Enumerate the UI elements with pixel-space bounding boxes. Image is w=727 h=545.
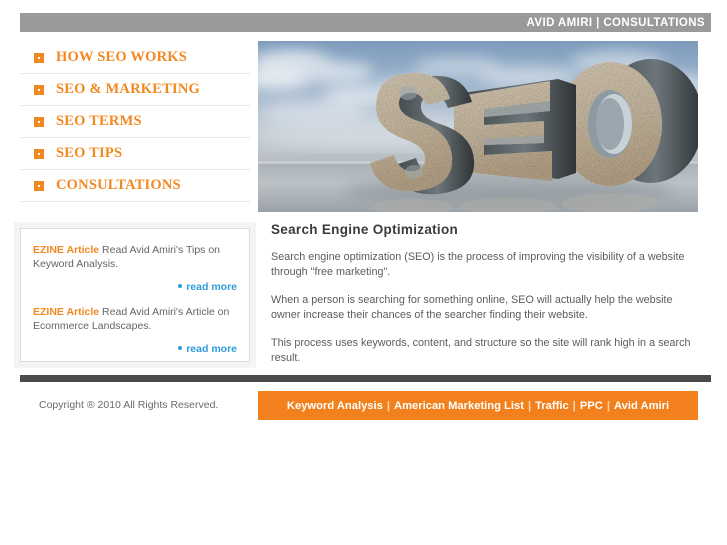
- ezine-list: EZINE Article Read Avid Amiri's Tips on …: [21, 229, 249, 375]
- sidebar-item-consultations[interactable]: CONSULTATIONS: [20, 170, 250, 202]
- sidebar-item-seo-terms[interactable]: SEO TERMS: [20, 106, 250, 138]
- grid-squares-icon: [34, 116, 44, 127]
- grid-squares-icon: [34, 180, 44, 191]
- content-paragraph: This process uses keywords, content, and…: [271, 337, 691, 364]
- footer-link-american-marketing-list[interactable]: American Marketing List: [392, 400, 526, 412]
- content-paragraph: Search engine optimization (SEO) is the …: [271, 251, 685, 278]
- seo-3d-letters-graphic: [258, 41, 698, 212]
- read-more-row: read more: [33, 277, 237, 295]
- sidebar-item-label: HOW SEO WORKS: [56, 49, 187, 65]
- footer-separator: |: [386, 399, 391, 412]
- footer-link-keyword-analysis[interactable]: Keyword Analysis: [285, 400, 385, 412]
- ezine-articles-box: EZINE Article Read Avid Amiri's Tips on …: [20, 228, 250, 362]
- hero-banner-image: [258, 41, 698, 212]
- ezine-tag: EZINE Article: [33, 244, 100, 256]
- ezine-entry-text: EZINE Article Read Avid Amiri's Tips on …: [33, 243, 237, 271]
- grid-squares-icon: [34, 148, 44, 159]
- main-navigation: HOW SEO WORKS SEO & MARKETING SEO TERMS …: [20, 42, 250, 202]
- footer-navigation: Keyword Analysis | American Marketing Li…: [258, 391, 698, 420]
- footer-link-traffic[interactable]: Traffic: [533, 400, 571, 412]
- page-root: AVID AMIRI | CONSULTATIONS HOW SEO WORKS: [0, 0, 727, 545]
- footer-separator: |: [527, 399, 532, 412]
- grid-squares-icon: [34, 52, 44, 63]
- sidebar-item-how-seo-works[interactable]: HOW SEO WORKS: [20, 42, 250, 74]
- sidebar-item-label: CONSULTATIONS: [56, 177, 181, 193]
- footer-separator: |: [606, 399, 610, 412]
- sidebar-item-label: SEO TERMS: [56, 113, 142, 129]
- copyright-text: Copyright ® 2010 All Rights Reserved.: [39, 399, 219, 411]
- read-more-link[interactable]: read more: [178, 281, 237, 293]
- grid-squares-icon: [34, 84, 44, 95]
- read-more-link[interactable]: read more: [178, 343, 237, 355]
- sidebar-item-label: SEO TIPS: [56, 145, 123, 161]
- sidebar-item-label: SEO & MARKETING: [56, 81, 200, 97]
- footer-link-ppc[interactable]: PPC: [578, 400, 605, 412]
- bullet-icon: [178, 284, 183, 288]
- sidebar-item-seo-tips[interactable]: SEO TIPS: [20, 138, 250, 170]
- content-paragraph: When a person is searching for something…: [271, 294, 673, 321]
- list-item: EZINE Article Read Avid Amiri's Tips on …: [33, 243, 237, 295]
- ezine-tag: EZINE Article: [33, 306, 100, 318]
- list-item: EZINE Article Read Avid Amiri's Article …: [33, 305, 237, 357]
- footer-divider: [20, 375, 711, 382]
- page-title: Search Engine Optimization: [271, 222, 459, 237]
- main-content: Search Engine Optimization Search engine…: [271, 222, 691, 379]
- sidebar-item-seo-and-marketing[interactable]: SEO & MARKETING: [20, 74, 250, 106]
- site-title: AVID AMIRI | CONSULTATIONS: [526, 16, 705, 29]
- footer-separator: |: [572, 399, 576, 412]
- ezine-entry-text: EZINE Article Read Avid Amiri's Article …: [33, 305, 237, 333]
- footer-link-avid-amiri[interactable]: Avid Amiri: [612, 400, 671, 412]
- read-more-row: read more: [33, 339, 237, 357]
- read-more-label: read more: [186, 281, 237, 293]
- top-bar: AVID AMIRI | CONSULTATIONS: [20, 13, 711, 32]
- bullet-icon: [178, 346, 183, 350]
- read-more-label: read more: [186, 343, 237, 355]
